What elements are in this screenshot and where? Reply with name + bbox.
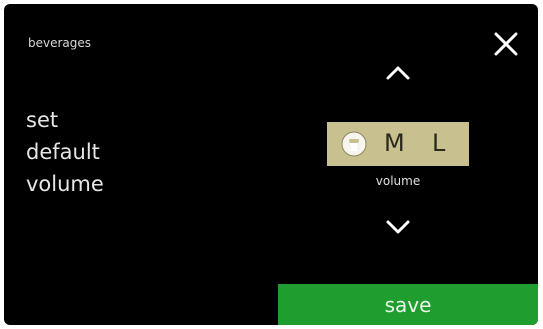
chevron-down-icon (386, 220, 410, 234)
size-option-m[interactable]: M (384, 129, 405, 157)
setting-title-line-1: set (26, 108, 59, 132)
increase-button[interactable] (380, 62, 416, 84)
setting-title-line-3: volume (26, 172, 104, 196)
setting-title: set default volume (26, 104, 104, 200)
save-button[interactable]: save (278, 284, 538, 325)
chevron-up-icon (386, 66, 410, 80)
volume-selector[interactable]: M L (327, 122, 469, 166)
close-icon (494, 32, 518, 56)
screen: beverages set default volume M L volume … (4, 4, 538, 325)
size-option-l[interactable]: L (432, 129, 445, 157)
setting-title-line-2: default (26, 140, 100, 164)
decrease-button[interactable] (380, 216, 416, 238)
cup-icon (341, 131, 367, 157)
breadcrumb: beverages (28, 36, 92, 50)
close-button[interactable] (488, 26, 524, 62)
volume-caption: volume (375, 174, 421, 188)
